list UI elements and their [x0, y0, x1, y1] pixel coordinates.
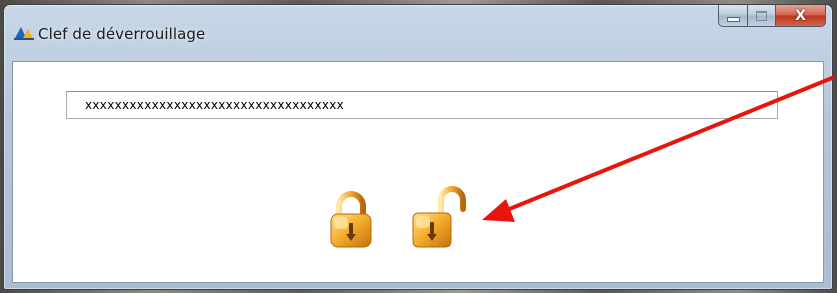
dialog-content [12, 61, 824, 283]
lock-button[interactable] [326, 190, 376, 250]
minimize-icon [726, 17, 740, 22]
close-icon: X [795, 7, 806, 24]
maximize-icon [756, 10, 767, 21]
unlock-key-input[interactable] [66, 91, 778, 119]
minimize-button[interactable] [718, 5, 748, 27]
window-controls: X [718, 5, 826, 27]
maximize-button[interactable] [748, 5, 776, 27]
unlock-key-window: Clef de déverrouillage X [3, 4, 833, 290]
lock-closed-icon [330, 191, 372, 248]
lock-open-icon [412, 186, 466, 248]
window-title: Clef de déverrouillage [38, 25, 206, 43]
title-bar[interactable]: Clef de déverrouillage X [4, 5, 832, 61]
unlock-button[interactable] [405, 183, 475, 251]
app-icon [14, 27, 34, 40]
close-button[interactable]: X [776, 5, 826, 27]
